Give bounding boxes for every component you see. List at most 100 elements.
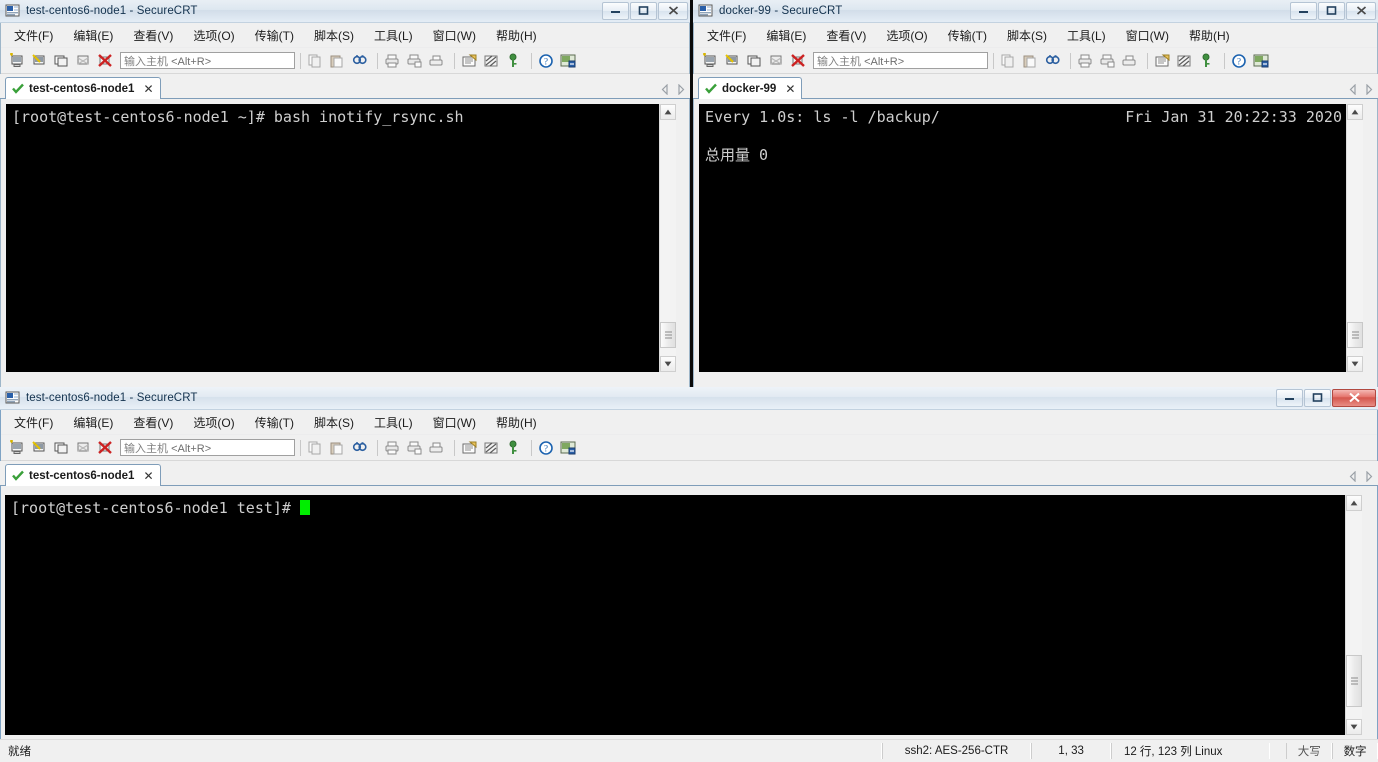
close-button[interactable] [1332,388,1376,407]
clone-session-icon[interactable] [52,438,72,457]
status-ready: 就绪 [0,743,882,759]
tab-scroll-buttons[interactable] [1348,84,1374,95]
help-icon[interactable]: ? [537,51,557,70]
minimize-button[interactable] [1276,388,1303,407]
tab-scroll-left-icon[interactable] [1348,84,1358,95]
scroll-down-icon[interactable] [1346,719,1362,735]
connect-in-tab-icon[interactable] [74,438,94,457]
window-top-right[interactable]: docker-99 - SecureCRT 文件(F) 编辑(E) 查看(V) … [693,0,1378,388]
terminal-top-left[interactable]: [root@test-centos6-node1 ~]# bash inotif… [6,104,659,372]
tab-close-icon[interactable]: ✕ [143,470,153,482]
terminal-scrollbar-top-left[interactable] [659,104,676,372]
screen-capture-icon[interactable] [1252,51,1272,70]
terminal-scrollbar-bottom[interactable] [1345,495,1362,735]
tab-scroll-left-icon[interactable] [660,84,670,95]
print-selection-icon[interactable] [427,51,447,70]
connect-sftp-icon[interactable] [30,438,50,457]
options-icon[interactable] [1175,51,1195,70]
connect-in-tab-icon[interactable] [767,51,787,70]
terminal-bottom[interactable]: [root@test-centos6-node1 test]# [5,495,1345,735]
paste-icon[interactable] [328,438,348,457]
disconnect-icon[interactable] [789,51,809,70]
scrollbar-thumb[interactable] [1346,655,1362,707]
properties-icon[interactable] [460,51,480,70]
window-top-left[interactable]: test-centos6-node1 - SecureCRT 文件(F) 编辑(… [0,0,690,388]
maximize-button[interactable] [1304,388,1331,407]
connect-sftp-icon[interactable] [30,51,50,70]
log-session-icon[interactable] [1098,51,1118,70]
options-icon[interactable] [482,438,502,457]
scrollbar-track[interactable] [1347,120,1363,356]
titlebar-top-right[interactable]: docker-99 - SecureCRT [693,0,1378,23]
tabstrip-top-left[interactable]: test-centos6-node1 ✕ [0,74,690,99]
tab-scroll-right-icon[interactable] [1364,84,1374,95]
key-icon[interactable] [1197,51,1217,70]
maximize-button[interactable] [1318,1,1345,20]
tab-test-centos6-node1[interactable]: test-centos6-node1 ✕ [5,464,161,486]
print-icon[interactable] [383,438,403,457]
titlebar-bottom[interactable]: test-centos6-node1 - SecureCRT [0,387,1378,410]
scroll-up-icon[interactable] [1347,104,1363,120]
screen-capture-icon[interactable] [559,438,579,457]
scroll-up-icon[interactable] [660,104,676,120]
key-icon[interactable] [504,51,524,70]
clone-session-icon[interactable] [52,51,72,70]
options-icon[interactable] [482,51,502,70]
tab-scroll-buttons[interactable] [1348,471,1374,482]
find-icon[interactable] [1043,51,1063,70]
window-bottom[interactable]: test-centos6-node1 - SecureCRT 文件(F) 编辑(… [0,387,1378,762]
disconnect-icon[interactable] [96,438,116,457]
minimize-button[interactable] [602,1,629,20]
key-icon[interactable] [504,438,524,457]
scroll-down-icon[interactable] [1347,356,1363,372]
minimize-button[interactable] [1290,1,1317,20]
connect-in-tab-icon[interactable] [74,51,94,70]
log-session-icon[interactable] [405,51,425,70]
print-selection-icon[interactable] [427,438,447,457]
tab-scroll-left-icon[interactable] [1348,471,1358,482]
find-icon[interactable] [350,51,370,70]
tab-close-icon[interactable]: ✕ [785,83,795,95]
clone-session-icon[interactable] [745,51,765,70]
print-icon[interactable] [383,51,403,70]
tabstrip-bottom[interactable]: test-centos6-node1 ✕ [0,461,1378,486]
help-icon[interactable]: ? [1230,51,1250,70]
scrollbar-thumb[interactable] [1347,322,1363,348]
tab-connected-check-icon [12,83,24,94]
properties-icon[interactable] [1153,51,1173,70]
connect-sftp-icon[interactable] [723,51,743,70]
scrollbar-track[interactable] [660,120,676,356]
new-session-icon[interactable] [701,51,721,70]
paste-icon[interactable] [328,51,348,70]
new-session-icon[interactable] [8,438,28,457]
scrollbar-thumb[interactable] [660,322,676,348]
terminal-scrollbar-top-right[interactable] [1346,104,1363,372]
find-icon[interactable] [350,438,370,457]
log-session-icon[interactable] [405,438,425,457]
scroll-down-icon[interactable] [660,356,676,372]
copy-icon[interactable] [306,438,326,457]
paste-icon[interactable] [1021,51,1041,70]
print-icon[interactable] [1076,51,1096,70]
maximize-button[interactable] [630,1,657,20]
terminal-top-right[interactable]: Every 1.0s: ls -l /backup/ Fri Jan 31 20… [699,104,1346,372]
scroll-up-icon[interactable] [1346,495,1362,511]
print-selection-icon[interactable] [1120,51,1140,70]
copy-icon[interactable] [999,51,1019,70]
copy-icon[interactable] [306,51,326,70]
disconnect-icon[interactable] [96,51,116,70]
tab-docker-99[interactable]: docker-99 ✕ [698,77,803,99]
close-button[interactable] [1346,1,1376,20]
help-icon[interactable]: ? [537,438,557,457]
new-session-icon[interactable] [8,51,28,70]
tab-test-centos6-node1[interactable]: test-centos6-node1 ✕ [5,77,161,99]
titlebar-top-left[interactable]: test-centos6-node1 - SecureCRT [0,0,690,23]
properties-icon[interactable] [460,438,480,457]
screen-capture-icon[interactable] [559,51,579,70]
tab-scroll-buttons[interactable] [660,84,686,95]
tab-scroll-right-icon[interactable] [1364,471,1374,482]
tab-close-icon[interactable]: ✕ [143,83,153,95]
tab-scroll-right-icon[interactable] [676,84,686,95]
close-button[interactable] [658,1,688,20]
tabstrip-top-right[interactable]: docker-99 ✕ [693,74,1378,99]
